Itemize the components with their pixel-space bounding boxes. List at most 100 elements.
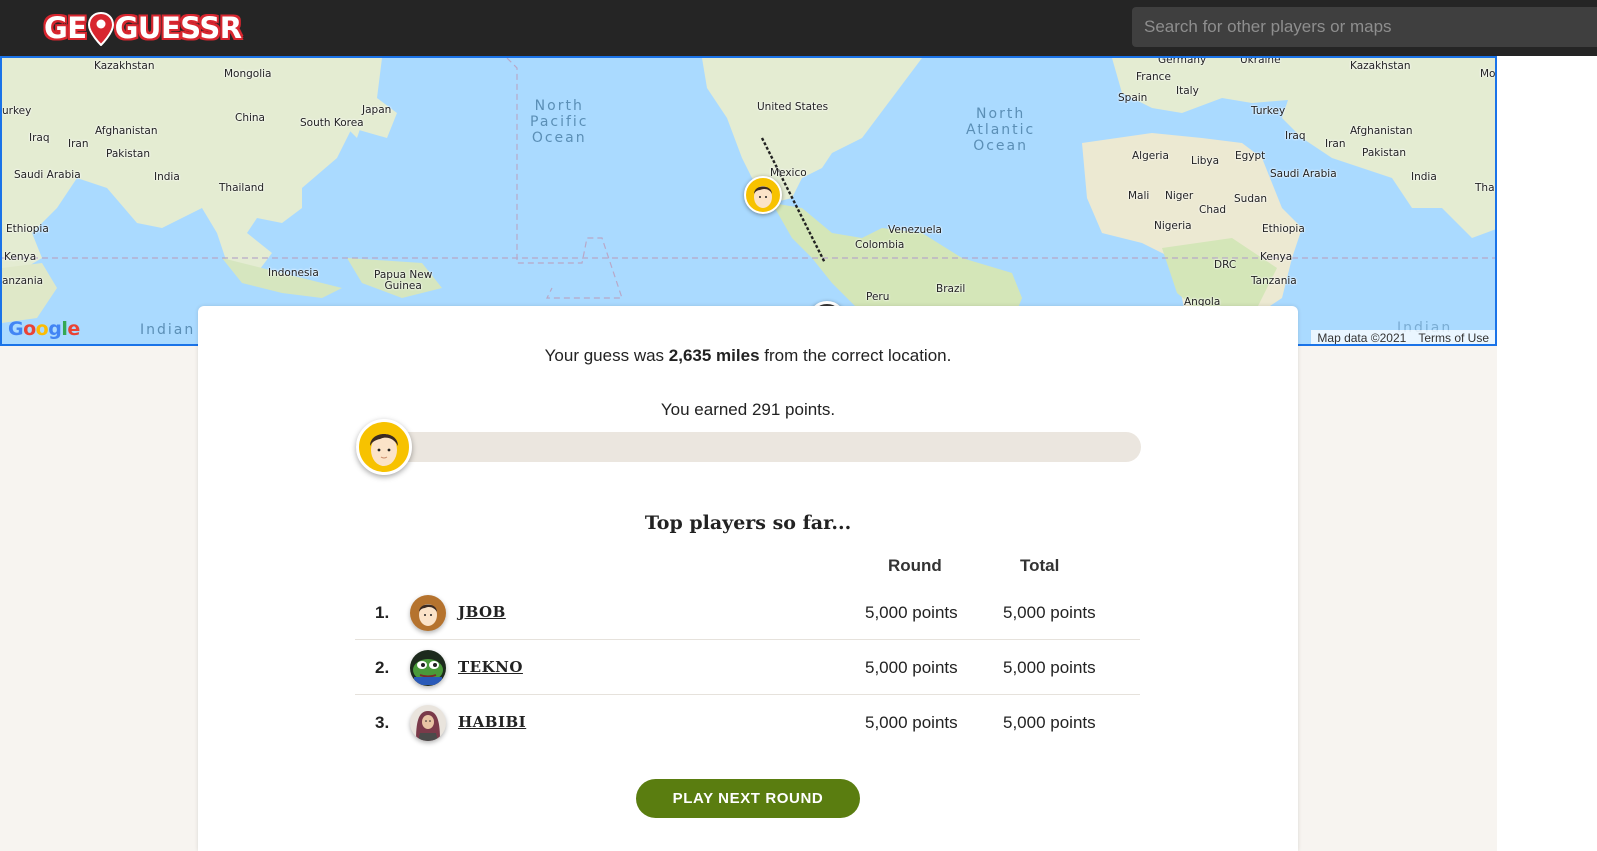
map-place-label: Saudi Arabia (1270, 168, 1337, 180)
map-place-label: South Korea (300, 117, 364, 129)
distance-suffix: from the correct location. (759, 346, 952, 365)
map-place-label: Mali (1128, 190, 1150, 202)
player-name-link[interactable]: TEKNO (458, 658, 523, 676)
map-place-label: Brazil (936, 283, 966, 295)
logo-text-left: GE (44, 11, 87, 45)
map-place-label: DRC (1214, 259, 1237, 271)
hijab-avatar-icon (416, 711, 440, 741)
total-column-header: Total (1020, 556, 1060, 575)
map-place-label: Papua New Guinea (374, 269, 433, 292)
map-place-label: China (235, 112, 265, 124)
play-next-round-button[interactable]: PLAY NEXT ROUND (636, 779, 860, 818)
frog-avatar-icon (413, 659, 443, 685)
map-place-label: Germany (1158, 56, 1207, 66)
top-navigation-bar: GE GUESSR (0, 0, 1597, 56)
face-avatar-icon (419, 604, 437, 626)
map-place-label: Ethiopia (1262, 223, 1305, 235)
map-place-label: France (1136, 71, 1171, 83)
player-name-link[interactable]: JBOB (458, 603, 506, 621)
player-avatar[interactable] (410, 705, 446, 741)
map-data-text: Map data ©2021 (1317, 331, 1407, 345)
round-points: 5,000 points (865, 713, 958, 732)
map-place-label: Peru (866, 291, 890, 303)
map-place-label: Saudi Arabia (14, 169, 81, 181)
map-place-label: India (154, 171, 180, 183)
search-input[interactable] (1132, 7, 1597, 47)
rank-number: 1. (375, 603, 390, 622)
total-points: 5,000 points (1003, 603, 1096, 622)
map-place-label: Italy (1176, 85, 1199, 97)
result-map[interactable]: North Pacific Ocean North Atlantic Ocean… (0, 56, 1497, 346)
right-margin (1497, 56, 1597, 851)
map-place-label: Afghanistan (1350, 125, 1413, 137)
map-place-label: Kenya (4, 251, 37, 263)
map-place-label: Venezuela (888, 224, 942, 236)
ocean-label: Indian (140, 322, 196, 338)
face-avatar-icon (370, 434, 398, 466)
points-earned: You earned 291 points. (660, 400, 836, 419)
round-points: 5,000 points (865, 603, 958, 622)
map-place-label: Spain (1118, 92, 1148, 104)
map-place-label: Tha (1475, 182, 1495, 194)
map-place-label: Chad (1199, 204, 1227, 216)
round-points: 5,000 points (865, 658, 958, 677)
player-map-search[interactable] (1132, 7, 1597, 47)
map-place-label: Mongolia (224, 68, 272, 80)
map-place-label: Indonesia (268, 267, 319, 279)
geoguessr-logo[interactable]: GE GUESSR (44, 8, 242, 48)
rank-number: 3. (375, 713, 390, 732)
location-pin-icon (87, 11, 114, 47)
logo-text-right: GUESSR (114, 11, 242, 45)
map-place-label: Pakistan (106, 148, 150, 160)
map-place-label: Ukraine (1240, 56, 1281, 66)
google-logo: Google (8, 318, 80, 340)
round-column-header: Round (888, 556, 942, 575)
map-place-label: India (1411, 171, 1437, 183)
terms-of-use-link[interactable]: Terms of Use (1412, 330, 1495, 344)
face-avatar-icon (754, 186, 772, 208)
map-place-label: Turkey (1251, 105, 1286, 117)
player-name-link[interactable]: HABIBI (458, 713, 526, 731)
guess-marker-avatar[interactable] (744, 176, 782, 214)
map-place-label: Afghanistan (95, 125, 158, 137)
round-result-panel: Your guess was 2,635 miles from the corr… (198, 306, 1298, 851)
leaderboard-row: 2. TEKNO 5,000 points 5,000 points (355, 640, 1140, 695)
distance-value: 2,635 miles (668, 346, 760, 365)
map-place-label: Iran (1325, 138, 1346, 150)
map-place-label: United States (757, 101, 829, 113)
total-points: 5,000 points (1003, 658, 1096, 677)
map-place-label: Libya (1191, 155, 1220, 167)
map-place-label: Iran (68, 138, 89, 150)
leaderboard-row: 3. HABIBI 5,000 points 5,000 points (355, 695, 1140, 750)
map-place-label: Kenya (1260, 251, 1293, 263)
map-place-label: Kazakhstan (94, 60, 155, 72)
player-avatar[interactable] (410, 650, 446, 686)
leaderboard-row: 1. JBOB 5,000 points 5,000 points (355, 585, 1140, 640)
map-place-label: Iraq (1285, 130, 1306, 142)
map-place-label: Iraq (29, 132, 50, 144)
score-progress-bar (356, 432, 1141, 462)
map-place-label: Sudan (1234, 193, 1268, 205)
map-place-label: Ethiopia (6, 223, 49, 235)
map-place-label: Japan (362, 104, 392, 116)
map-place-label: urkey (2, 105, 32, 117)
ocean-label: North Atlantic Ocean (966, 106, 1036, 154)
map-place-label: Nigeria (1154, 220, 1192, 232)
map-place-label: Pakistan (1362, 147, 1406, 159)
map-place-label: Thailand (219, 182, 265, 194)
map-place-label: Mo (1480, 68, 1496, 80)
rank-number: 2. (375, 658, 390, 677)
map-place-label: Tanzania (1251, 275, 1297, 287)
map-place-label: Egypt (1235, 150, 1266, 162)
total-points: 5,000 points (1003, 713, 1096, 732)
distance-summary: Your guess was 2,635 miles from the corr… (198, 346, 1298, 366)
map-place-label: Niger (1165, 190, 1194, 202)
leaderboard-title: Top players so far... (644, 512, 852, 534)
distance-prefix: Your guess was (544, 346, 669, 365)
map-place-label: Colombia (855, 239, 905, 251)
map-attribution: Map data ©2021 Terms of Use (1311, 330, 1495, 345)
ocean-label: North Pacific Ocean (530, 98, 589, 146)
player-avatar[interactable] (410, 595, 446, 631)
player-avatar (356, 419, 412, 475)
map-place-label: Algeria (1132, 150, 1169, 162)
